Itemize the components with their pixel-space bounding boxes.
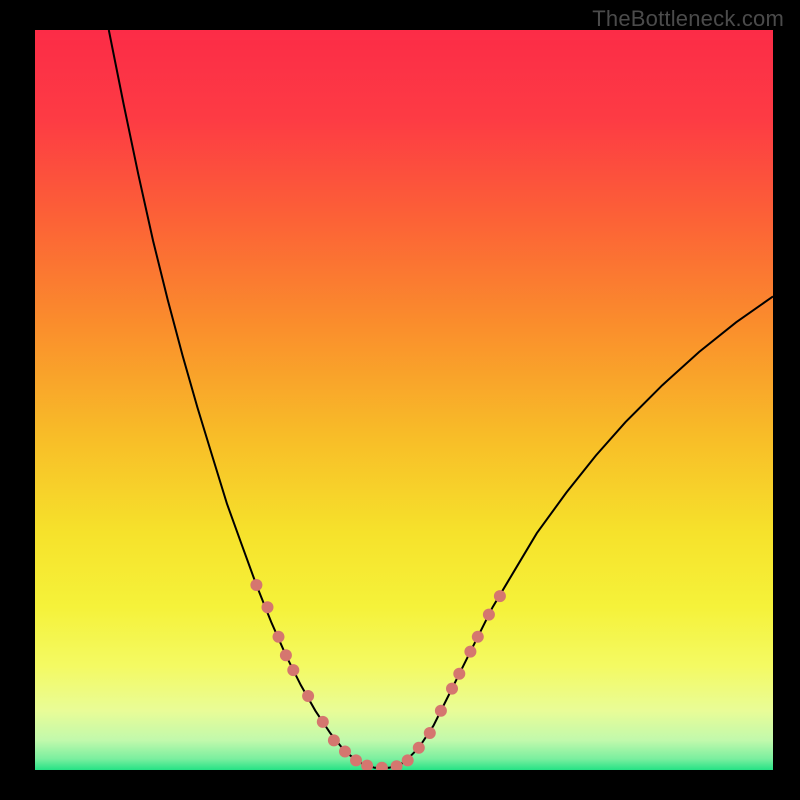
data-dot <box>250 579 262 591</box>
data-dot <box>262 601 274 613</box>
data-dot <box>302 690 314 702</box>
data-dot <box>328 734 340 746</box>
data-dot <box>494 590 506 602</box>
data-dot <box>376 762 388 774</box>
data-dot <box>317 716 329 728</box>
data-dot <box>435 705 447 717</box>
data-dot <box>483 609 495 621</box>
data-dot <box>446 683 458 695</box>
data-dot <box>273 631 285 643</box>
chart-svg <box>0 0 800 800</box>
data-dot <box>453 668 465 680</box>
chart-frame: TheBottleneck.com <box>0 0 800 800</box>
watermark-text: TheBottleneck.com <box>592 6 784 32</box>
data-dot <box>287 664 299 676</box>
data-dot <box>402 754 414 766</box>
data-dot <box>464 646 476 658</box>
data-dot <box>472 631 484 643</box>
data-dot <box>424 727 436 739</box>
data-dot <box>339 746 351 758</box>
data-dot <box>280 649 292 661</box>
gradient-background <box>35 30 773 770</box>
data-dot <box>413 742 425 754</box>
data-dot <box>350 754 362 766</box>
data-dot <box>361 760 373 772</box>
data-dot <box>391 760 403 772</box>
